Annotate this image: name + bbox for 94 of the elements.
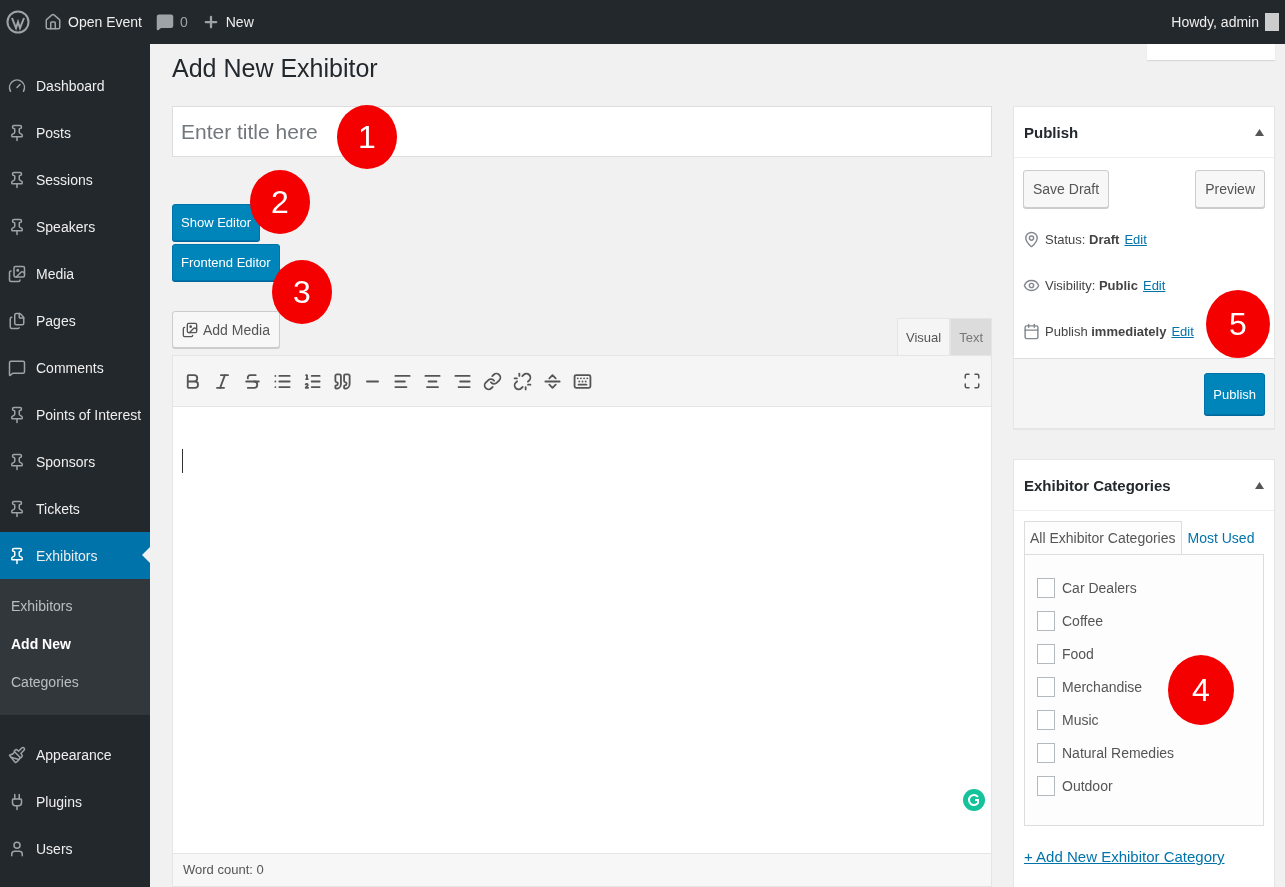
panel-title: Publish xyxy=(1024,123,1079,141)
meta-text: Publish immediately xyxy=(1045,323,1167,339)
menu-item[interactable]: Points of Interest xyxy=(0,391,150,438)
read-more-icon[interactable] xyxy=(543,371,562,391)
checkbox[interactable] xyxy=(1037,743,1055,763)
avatar-icon xyxy=(1265,13,1279,31)
fullscreen-icon[interactable] xyxy=(963,372,981,390)
submenu-item[interactable]: Exhibitors xyxy=(0,587,150,625)
pin-icon xyxy=(8,217,26,236)
menu-item[interactable]: Tickets xyxy=(0,485,150,532)
checkbox[interactable] xyxy=(1037,578,1055,598)
checkbox[interactable] xyxy=(1037,677,1055,697)
menu-item[interactable]: Sponsors xyxy=(0,438,150,485)
comments-icon xyxy=(8,358,26,377)
menu-item[interactable]: Posts xyxy=(0,109,150,156)
collapse-arrow-icon[interactable] xyxy=(1255,128,1264,136)
submenu-item[interactable]: Add New xyxy=(0,625,150,663)
meta-text: Status: Draft xyxy=(1045,231,1120,247)
category-label: Coffee xyxy=(1062,613,1103,629)
editor-tab[interactable]: Visual xyxy=(896,318,951,355)
checkbox[interactable] xyxy=(1037,611,1055,631)
annotation-marker: 2 xyxy=(250,170,310,234)
menu-item[interactable]: Comments xyxy=(0,344,150,391)
menu-item[interactable]: Users xyxy=(0,825,150,872)
add-media-button[interactable]: Add Media xyxy=(172,311,280,348)
link-icon[interactable] xyxy=(483,371,502,391)
dashboard-icon xyxy=(8,76,26,95)
menu-item[interactable]: Pages xyxy=(0,297,150,344)
quote-icon[interactable] xyxy=(333,371,352,391)
text-cursor xyxy=(182,449,183,473)
new-link[interactable]: New xyxy=(201,13,254,31)
pages-icon xyxy=(8,311,26,330)
edit-link[interactable]: Edit xyxy=(1124,231,1147,247)
greeting: Howdy, admin xyxy=(1171,14,1259,30)
menu-item[interactable]: Exhibitors xyxy=(0,532,150,579)
calendar-icon xyxy=(1023,322,1040,340)
category-label: Food xyxy=(1062,646,1094,662)
add-category-link[interactable]: + Add New Exhibitor Category xyxy=(1024,848,1264,865)
media-icon xyxy=(182,321,198,338)
category-label: Merchandise xyxy=(1062,679,1143,695)
panel-title: Exhibitor Categories xyxy=(1024,476,1171,494)
pin-icon xyxy=(8,170,26,189)
checkbox[interactable] xyxy=(1037,644,1055,664)
meta-text: Visibility: Public xyxy=(1045,277,1138,293)
category-label: Outdoor xyxy=(1062,778,1113,794)
media-icon xyxy=(8,264,26,283)
menu-item[interactable]: Media xyxy=(0,250,150,297)
annotation-marker: 3 xyxy=(272,260,332,324)
appearance-icon xyxy=(8,745,26,764)
comment-icon xyxy=(155,13,174,31)
home-icon xyxy=(44,13,62,31)
italic-icon[interactable] xyxy=(213,371,232,391)
menu-item[interactable]: Appearance xyxy=(0,731,150,778)
edit-link[interactable]: Edit xyxy=(1142,277,1166,293)
checkbox[interactable] xyxy=(1037,710,1055,730)
new-label: New xyxy=(225,14,254,30)
pin-icon xyxy=(8,546,26,565)
preview-button[interactable]: Preview xyxy=(1195,170,1265,208)
category-tab[interactable]: Most Used xyxy=(1181,521,1261,554)
menu-item[interactable]: Speakers xyxy=(0,203,150,250)
word-count: Word count: 0 xyxy=(172,854,992,887)
users-icon xyxy=(8,839,26,858)
pin-icon xyxy=(8,405,26,424)
menu-item[interactable]: Plugins xyxy=(0,778,150,825)
collapse-arrow-icon[interactable] xyxy=(1255,481,1264,489)
menu-item[interactable]: Sessions xyxy=(0,156,150,203)
editor-button[interactable]: Show Editor xyxy=(172,204,261,241)
menu-item[interactable]: Dashboard xyxy=(0,62,150,109)
checkbox[interactable] xyxy=(1037,776,1055,796)
unlink-icon[interactable] xyxy=(513,371,532,391)
publish-button[interactable]: Publish xyxy=(1204,373,1265,415)
edit-link[interactable]: Edit xyxy=(1171,323,1194,339)
annotation-marker: 1 xyxy=(337,105,397,169)
pin-icon xyxy=(1023,230,1040,248)
pin-icon xyxy=(8,452,26,471)
wordpress-logo-icon[interactable] xyxy=(6,10,30,34)
site-name: Open Event xyxy=(68,14,142,30)
account-link[interactable]: Howdy, admin xyxy=(1171,13,1279,31)
submenu-item[interactable]: Categories xyxy=(0,663,150,701)
category-tab[interactable]: All Exhibitor Categories xyxy=(1024,521,1182,554)
editor-button[interactable]: Frontend Editor xyxy=(172,244,280,281)
numbered-list-icon[interactable] xyxy=(303,371,322,391)
toolbar-toggle-icon[interactable] xyxy=(573,371,592,391)
comment-count: 0 xyxy=(179,14,188,30)
pin-icon xyxy=(8,499,26,518)
site-name-link[interactable]: Open Event xyxy=(44,13,142,31)
comments-link[interactable]: 0 xyxy=(155,13,188,31)
save-draft-button[interactable]: Save Draft xyxy=(1023,170,1110,208)
category-label: Natural Remedies xyxy=(1062,745,1175,761)
strikethrough-icon[interactable] xyxy=(243,371,262,391)
category-label: Car Dealers xyxy=(1062,580,1137,596)
pin-icon xyxy=(8,123,26,142)
category-label: Music xyxy=(1062,712,1099,728)
page-title: Add New Exhibitor xyxy=(172,54,379,83)
